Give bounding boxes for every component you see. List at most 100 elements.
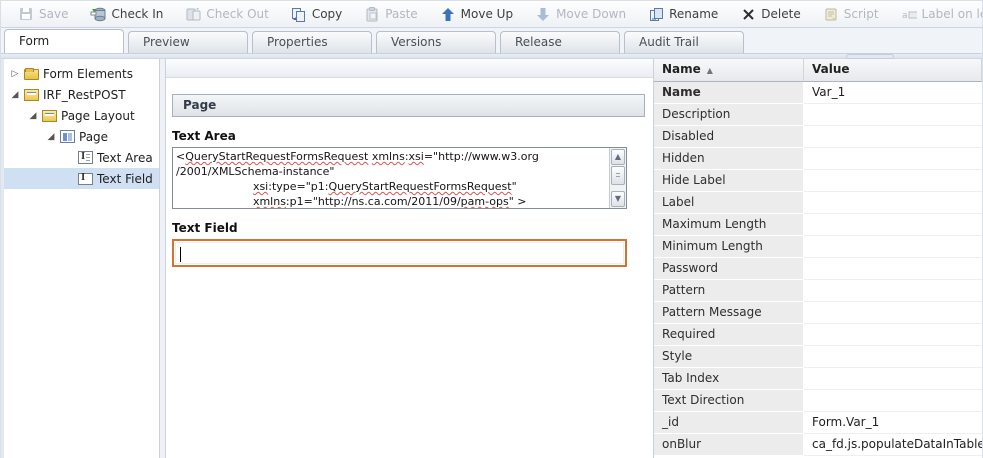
column-header-name[interactable]: Name▲ [654,59,804,82]
tree-item-page-layout[interactable]: ◢Page Layout [4,105,159,126]
label-left-icon: a [901,6,917,22]
property-row-pattern[interactable]: Pattern [654,280,982,302]
tree-expanded-arrow-icon[interactable]: ◢ [10,90,20,100]
paste-icon [364,6,380,22]
move-up-icon [440,6,456,22]
property-value[interactable] [804,170,982,192]
check-in-icon [90,6,106,22]
tree-item-text-field[interactable]: Text Field [4,168,159,189]
property-value[interactable] [804,148,982,170]
property-row-disabled[interactable]: Disabled [654,126,982,148]
tree-collapsed-arrow-icon[interactable]: ▷ [10,69,20,79]
properties-rows: NameVar_1DescriptionDisabledHiddenHide L… [654,82,982,456]
main-toolbar: SaveCheck InCheck OutCopyPasteMove UpMov… [1,1,982,28]
property-name: Tab Index [654,368,804,390]
property-value[interactable] [804,258,982,280]
property-value[interactable] [804,126,982,148]
form-canvas: Page Text Area <QueryStartRequestFormsRe… [166,59,653,458]
property-name: Name [654,82,804,104]
property-value[interactable]: Form.Var_1 [804,412,982,434]
irf-restpost-icon [24,89,39,101]
panel-collapse-handle[interactable] [846,54,894,59]
property-row-maximum-length[interactable]: Maximum Length [654,214,982,236]
property-row-description[interactable]: Description [654,104,982,126]
toolbar-button-copy[interactable]: Copy [282,3,351,25]
property-name: Text Direction [654,390,804,412]
property-row-password[interactable]: Password [654,258,982,280]
toolbar-button-paste: Paste [355,3,426,25]
tree-expanded-arrow-icon[interactable]: ◢ [28,111,38,121]
toolbar-button-check-in[interactable]: Check In [81,3,172,25]
property-value[interactable] [804,214,982,236]
tree-item-text-area[interactable]: Text Area [4,147,159,168]
property-row-pattern-message[interactable]: Pattern Message [654,302,982,324]
property-value[interactable] [804,324,982,346]
property-row-tab-index[interactable]: Tab Index [654,368,982,390]
scroll-down-button[interactable]: ▼ [611,191,625,207]
save-icon [18,6,34,22]
property-value[interactable] [804,368,982,390]
rename-icon [648,6,664,22]
properties-grid: Name▲ Value NameVar_1DescriptionDisabled… [653,59,982,458]
tab-properties[interactable]: Properties [252,31,372,53]
property-value[interactable] [804,280,982,302]
property-value[interactable] [804,390,982,412]
property-name: Style [654,346,804,368]
property-row-required[interactable]: Required [654,324,982,346]
toolbar-button-label: Label on left [922,7,982,21]
property-name: Password [654,258,804,280]
toolbar-button-rename[interactable]: Rename [639,3,727,25]
xml-textarea[interactable]: <QueryStartRequestFormsRequest xmlns:xsi… [172,147,627,209]
toolbar-button-check-out: Check Out [176,3,277,25]
property-row-hidden[interactable]: Hidden [654,148,982,170]
scroll-up-button[interactable]: ▲ [611,149,625,165]
tab-preview[interactable]: Preview [128,31,248,53]
xml-textarea-content: <QueryStartRequestFormsRequest xmlns:xsi… [176,149,606,209]
property-row-onblur[interactable]: onBlurca_fd.js.populateDataInTable( [654,434,982,456]
tree-item-form-elements[interactable]: ▷Form Elements [4,63,159,84]
property-row-label[interactable]: Label [654,192,982,214]
text-field-input[interactable] [172,239,627,267]
tree-item-label: Page [79,130,108,144]
toolbar-button-label: Check In [111,7,163,21]
property-value[interactable] [804,236,982,258]
property-value[interactable] [804,104,982,126]
page-section-header[interactable]: Page [172,94,645,117]
tab-versions[interactable]: Versions [376,31,496,53]
property-name: Hidden [654,148,804,170]
property-value[interactable]: Var_1 [804,82,982,104]
toolbar-button-label: Copy [312,7,342,21]
toolbar-button-delete[interactable]: Delete [731,3,809,25]
property-row-text-direction[interactable]: Text Direction [654,390,982,412]
tree-item-label: Text Area [97,151,153,165]
property-value[interactable]: ca_fd.js.populateDataInTable( [804,434,982,456]
tab-audit-trail[interactable]: Audit Trail [624,31,744,53]
property-name: Description [654,104,804,126]
property-row-id[interactable]: _idForm.Var_1 [654,412,982,434]
property-name: Hide Label [654,170,804,192]
toolbar-button-move-up[interactable]: Move Up [431,3,522,25]
property-row-minimum-length[interactable]: Minimum Length [654,236,982,258]
page-layout-icon [42,110,57,122]
property-name: Maximum Length [654,214,804,236]
column-header-value[interactable]: Value [804,59,982,82]
tree-item-irf-restpost[interactable]: ◢IRF_RestPOST [4,84,159,105]
property-row-hide-label[interactable]: Hide Label [654,170,982,192]
property-row-style[interactable]: Style [654,346,982,368]
canvas-header-strip [166,59,653,78]
move-down-icon [535,6,551,22]
tab-form[interactable]: Form [4,29,124,53]
left-splitter[interactable] [159,59,166,458]
textarea-scrollbar[interactable]: ▲ ▼ [609,148,626,208]
tree-expanded-arrow-icon[interactable]: ◢ [46,132,56,142]
property-value[interactable] [804,192,982,214]
property-value[interactable] [804,346,982,368]
toolbar-button-label: Check Out [206,7,268,21]
tab-release[interactable]: Release [500,31,620,53]
form-elements-icon [24,69,39,80]
property-row-name[interactable]: NameVar_1 [654,82,982,104]
scrollbar-thumb[interactable] [611,166,625,185]
property-value[interactable] [804,302,982,324]
tree-item-page[interactable]: ◢ Page [4,126,159,147]
toolbar-button-label: Paste [385,7,417,21]
